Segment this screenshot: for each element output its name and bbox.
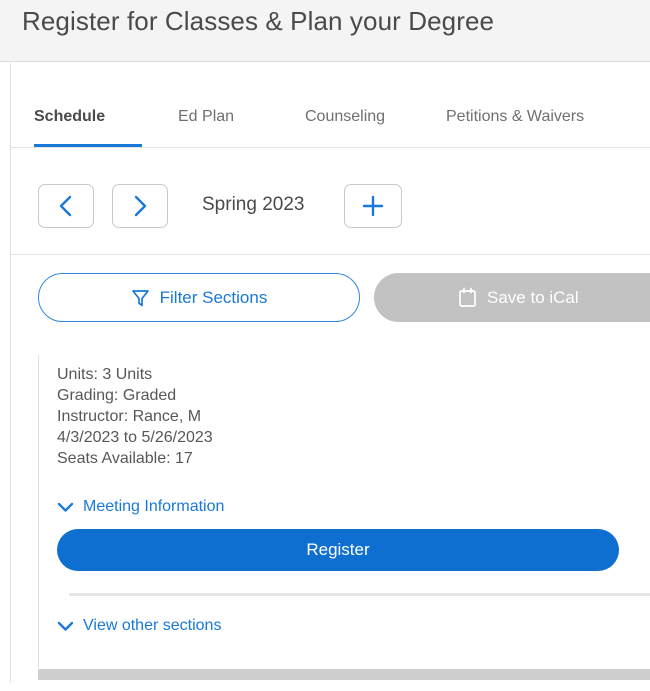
meeting-information-toggle[interactable]: Meeting Information [57, 498, 224, 516]
detail-units: Units: 3 Units [57, 366, 153, 383]
plus-icon [345, 185, 401, 227]
calendar-icon [458, 287, 477, 308]
filter-sections-button[interactable]: Filter Sections [38, 273, 360, 322]
tab-ed-plan-label: Ed Plan [178, 108, 235, 125]
tab-schedule[interactable]: Schedule [34, 96, 142, 148]
chevron-right-icon [113, 185, 167, 227]
term-row-divider [11, 254, 650, 255]
card-divider [69, 593, 650, 596]
previous-term-button[interactable] [38, 184, 94, 228]
next-term-button[interactable] [112, 184, 168, 228]
meeting-information-label: Meeting Information [83, 498, 225, 515]
action-row: Filter Sections Save to iCal [0, 273, 650, 327]
app-header: Register for Classes & Plan your Degree [0, 0, 650, 62]
tab-schedule-label: Schedule [34, 108, 106, 125]
add-term-button[interactable] [344, 184, 402, 228]
chevron-down-icon [57, 620, 74, 632]
funnel-icon [131, 288, 150, 308]
term-label: Spring 2023 [202, 194, 305, 215]
tab-bar: Schedule Ed Plan Counseling Petitions & … [10, 96, 650, 148]
section-detail-card: Units: 3 Units Grading: Graded Instructo… [38, 355, 650, 668]
registration-page: Register for Classes & Plan your Degree … [0, 0, 650, 691]
detail-instructor: Instructor: Rance, M [57, 408, 202, 425]
tab-petitions-waivers-label: Petitions & Waivers [446, 108, 585, 125]
save-to-ical-button[interactable]: Save to iCal [374, 273, 650, 322]
detail-dates: 4/3/2023 to 5/26/2023 [57, 429, 213, 446]
register-button[interactable]: Register [57, 529, 619, 571]
tab-bar-divider [11, 147, 650, 148]
filter-sections-label: Filter Sections [159, 287, 268, 307]
view-other-sections-toggle[interactable]: View other sections [57, 617, 221, 635]
horizontal-scrollbar[interactable] [38, 669, 650, 680]
view-other-sections-label: View other sections [83, 617, 222, 634]
page-title: Register for Classes & Plan your Degree [22, 6, 495, 36]
detail-grading: Grading: Graded [57, 387, 177, 404]
section-detail-list: Units: 3 Units Grading: Graded Instructo… [57, 364, 213, 469]
chevron-down-icon [57, 501, 74, 513]
save-to-ical-label: Save to iCal [487, 287, 579, 307]
chevron-left-icon [39, 185, 93, 227]
tab-counseling-label: Counseling [305, 108, 386, 125]
detail-seats-available: Seats Available: 17 [57, 450, 193, 467]
register-button-label: Register [306, 540, 370, 559]
